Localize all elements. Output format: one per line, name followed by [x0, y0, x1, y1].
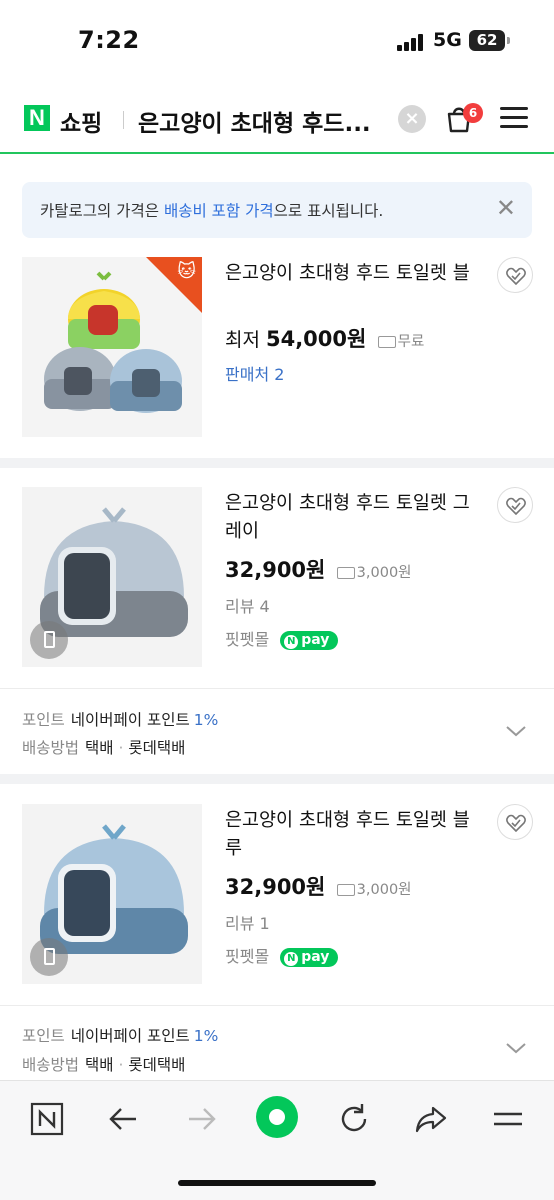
section-divider — [0, 458, 554, 468]
search-query-title[interactable]: 은고양이 초대형 후드... — [138, 104, 388, 138]
row-separator — [0, 1005, 554, 1006]
price-notice-banner: 카탈로그의 가격은 배송비 포함 가격으로 표시됩니다. ✕ — [22, 182, 532, 238]
product-name[interactable]: 은고양이 초대형 후드 토일렛 블루 — [225, 807, 485, 863]
share-icon[interactable] — [411, 1099, 451, 1139]
video-badge-icon — [30, 938, 68, 976]
product-card-catalog[interactable]: 🐱 은고양이 초대형 후드 토일렛 블 최저 54,000원 무료 판매처 2 — [0, 250, 554, 456]
video-badge-icon — [30, 621, 68, 659]
section-divider — [0, 774, 554, 784]
heart-icon — [506, 497, 526, 515]
battery-icon: 62 — [469, 30, 505, 51]
lowest-label: 최저 — [225, 329, 260, 351]
seller-count-link[interactable]: 판매처 2 — [225, 361, 284, 385]
product-thumbnail[interactable]: 🐱 — [22, 257, 202, 437]
review-count[interactable]: 리뷰 4 — [225, 593, 270, 617]
naver-home-icon[interactable] — [27, 1099, 67, 1139]
product-card-blue[interactable]: 은고양이 초대형 후드 토일렛 블루 32,900원 3,000원 리뷰 1 핏… — [0, 797, 554, 1079]
nav-divider — [123, 111, 124, 129]
store-row: 핏펫몰 Npay — [225, 626, 339, 650]
status-bar: 7:22 5G 62 — [0, 0, 554, 84]
npay-badge: Npay — [280, 948, 339, 967]
store-name[interactable]: 핏펫몰 — [225, 947, 269, 966]
heart-icon — [506, 267, 526, 285]
heart-icon — [506, 814, 526, 832]
product-price-row: 32,900원 3,000원 — [225, 554, 412, 584]
shipping-info: 3,000원 — [336, 565, 412, 581]
network-type: 5G — [433, 29, 462, 51]
shipping-info: 3,000원 — [336, 882, 412, 898]
product-price: 54,000원 — [265, 327, 367, 351]
truck-icon — [336, 567, 355, 579]
store-name[interactable]: 핏펫몰 — [225, 630, 269, 649]
product-thumbnail[interactable] — [22, 487, 202, 667]
cart-count-badge: 6 — [463, 103, 483, 123]
close-icon[interactable]: ✕ — [496, 196, 516, 220]
status-time: 7:22 — [78, 26, 140, 54]
back-arrow-icon[interactable] — [104, 1099, 144, 1139]
favorite-button[interactable] — [497, 804, 533, 840]
row-separator — [0, 688, 554, 689]
clear-icon[interactable]: × — [398, 105, 426, 133]
favorite-button[interactable] — [497, 257, 533, 293]
menu-icon[interactable] — [488, 1099, 528, 1139]
menu-icon[interactable] — [500, 107, 528, 129]
product-name[interactable]: 은고양이 초대형 후드 토일렛 그레이 — [225, 490, 485, 546]
shipping-info: 무료 — [377, 334, 424, 350]
battery-cap — [507, 37, 510, 44]
shipping-method-row: 배송방법 택배 · 롯데택배 — [22, 739, 186, 757]
signal-icon — [397, 33, 427, 51]
product-price-row: 최저 54,000원 무료 — [225, 323, 424, 353]
notice-text: 카탈로그의 가격은 배송비 포함 가격으로 표시됩니다. — [40, 202, 384, 220]
shopping-label[interactable]: 쇼핑 — [60, 104, 102, 138]
product-price: 32,900원 — [225, 875, 326, 899]
green-dot-home-icon[interactable] — [255, 1095, 299, 1139]
naver-logo-icon[interactable]: N — [24, 105, 50, 131]
home-indicator — [178, 1180, 376, 1186]
product-price-row: 32,900원 3,000원 — [225, 871, 412, 901]
shipping-method-row: 배송방법 택배 · 롯데택배 — [22, 1056, 186, 1074]
forward-arrow-icon[interactable] — [181, 1099, 221, 1139]
product-thumbnail[interactable] — [22, 804, 202, 984]
chevron-down-icon[interactable] — [505, 720, 527, 742]
reload-icon[interactable] — [334, 1099, 374, 1139]
cat-ribbon-icon: 🐱 — [177, 261, 196, 282]
npay-badge: Npay — [280, 631, 339, 650]
point-row: 포인트 네이버페이 포인트 1% — [22, 711, 219, 729]
review-count[interactable]: 리뷰 1 — [225, 910, 270, 934]
chevron-down-icon[interactable] — [505, 1037, 527, 1059]
product-name[interactable]: 은고양이 초대형 후드 토일렛 블 — [225, 260, 485, 288]
truck-icon — [377, 336, 396, 348]
notice-highlight: 배송비 포함 가격 — [163, 202, 274, 220]
truck-icon — [336, 884, 355, 896]
point-row: 포인트 네이버페이 포인트 1% — [22, 1027, 219, 1045]
store-row: 핏펫몰 Npay — [225, 943, 339, 967]
product-card-gray[interactable]: 은고양이 초대형 후드 토일렛 그레이 32,900원 3,000원 리뷰 4 … — [0, 480, 554, 770]
product-price: 32,900원 — [225, 558, 326, 582]
favorite-button[interactable] — [497, 487, 533, 523]
